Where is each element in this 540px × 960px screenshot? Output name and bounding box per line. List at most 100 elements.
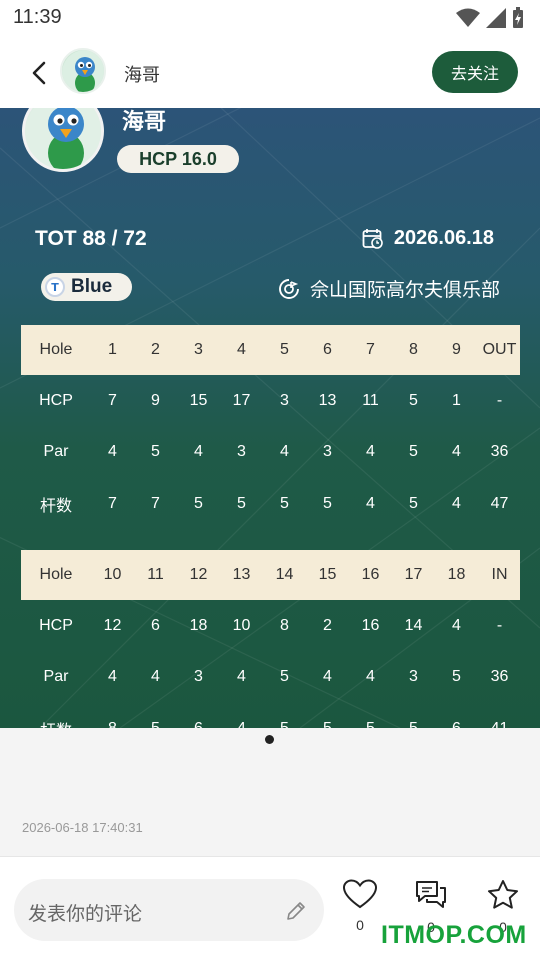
avatar[interactable]	[60, 48, 106, 94]
table-cell: 3	[280, 391, 289, 409]
chat-bubbles-icon	[416, 881, 446, 908]
table-cell: 15	[189, 391, 208, 409]
table-cell: 7	[108, 391, 117, 409]
table-cell: 13	[232, 566, 251, 583]
table-row: Hole 1 2 3 4 5 6 7 8 9 OUT	[21, 325, 520, 375]
table-cell: 8	[280, 616, 289, 634]
table-cell: 4	[452, 443, 461, 461]
calendar-clock-icon	[362, 228, 383, 249]
total-score: TOT 88 / 72	[35, 227, 147, 250]
table-cell: IN	[491, 566, 508, 583]
table-cell: 17	[404, 566, 423, 583]
status-icons	[456, 7, 524, 29]
table-cell: 4	[366, 443, 375, 461]
page-indicator-dot[interactable]	[265, 735, 274, 744]
back-nine-table: Hole 10 11 12 13 14 15 16 17 18 IN HCP 1…	[21, 550, 520, 728]
header-username[interactable]: 海哥	[124, 61, 160, 87]
table-cell: 4	[108, 668, 117, 686]
table-cell: 5	[452, 668, 461, 686]
table-cell: 1	[452, 391, 461, 409]
row-label: Hole	[39, 341, 73, 358]
table-cell: 4	[323, 668, 332, 686]
table-cell: 8	[409, 341, 418, 358]
table-cell: 7	[366, 341, 375, 358]
table-cell: 12	[189, 566, 208, 583]
table-cell: 4	[194, 443, 203, 461]
table-cell: 3	[194, 668, 203, 686]
club-name: 佘山国际高尔夫俱乐部	[278, 275, 500, 302]
table-cell: 5	[280, 494, 289, 512]
player-name: 海哥	[122, 109, 167, 134]
table-cell: 14	[275, 566, 294, 583]
table-cell: 9	[452, 341, 461, 358]
tee-label: Blue	[71, 276, 113, 297]
watermark-logo: ITMOP.COM	[381, 921, 527, 949]
table-cell: 4	[237, 341, 246, 358]
table-cell: 5	[323, 494, 332, 512]
tee-badge: T Blue	[41, 273, 132, 301]
row-label: Par	[43, 668, 69, 686]
row-label: HCP	[39, 616, 73, 634]
chevron-left-icon	[32, 61, 46, 85]
table-cell: 4	[452, 494, 461, 512]
star-icon	[488, 880, 518, 909]
table-cell: 8	[91, 720, 134, 728]
club-text: 佘山国际高尔夫俱乐部	[309, 280, 500, 301]
table-cell: 4	[151, 668, 160, 686]
table-cell: 41	[478, 720, 521, 728]
table-cell: 4	[237, 668, 246, 686]
table-cell: 5	[306, 720, 349, 728]
table-cell: 6	[435, 720, 478, 728]
table-cell: 4	[366, 668, 375, 686]
table-cell: 3	[194, 341, 203, 358]
table-cell: 10	[232, 616, 251, 634]
table-cell: 3	[237, 443, 246, 461]
table-cell: 36	[490, 443, 509, 461]
table-row: Par 4 5 4 3 4 3 4 5 4 36	[21, 427, 520, 479]
table-cell: 15	[318, 566, 337, 583]
table-cell: 4	[108, 443, 117, 461]
table-row: 杆数 8 5 6 4 5 5 5 5 6 41	[21, 703, 520, 728]
comment-input[interactable]: 发表你的评论	[14, 879, 324, 941]
table-cell: 5	[194, 494, 203, 512]
row-label: 杆数	[21, 717, 91, 728]
table-cell: OUT	[482, 341, 517, 358]
table-cell: 5	[409, 494, 418, 512]
table-cell: 7	[108, 494, 117, 512]
table-cell: 12	[103, 616, 122, 634]
table-cell: 4	[280, 443, 289, 461]
row-label: Hole	[39, 566, 73, 583]
pencil-icon	[287, 902, 305, 920]
tee-marker-icon: T	[45, 277, 65, 297]
table-cell: 2	[323, 616, 332, 634]
bird-mascot-icon	[62, 50, 104, 92]
row-label: HCP	[39, 391, 73, 409]
table-cell: 5	[349, 720, 392, 728]
post-content-area	[0, 728, 540, 856]
table-row: HCP 7 9 15 17 3 13 11 5 1 -	[21, 375, 520, 427]
hcp-badge: HCP 16.0	[117, 145, 239, 173]
back-button[interactable]	[24, 58, 54, 88]
comment-placeholder: 发表你的评论	[28, 904, 143, 925]
table-cell: 11	[147, 566, 164, 583]
table-cell: 4	[452, 616, 461, 634]
table-cell: 10	[103, 566, 122, 583]
table-cell: 18	[189, 616, 208, 634]
status-bar: 11:39	[0, 0, 540, 38]
top-app-bar: 海哥 去关注	[0, 38, 540, 108]
table-cell: 5	[409, 443, 418, 461]
table-cell: 1	[108, 341, 117, 358]
heart-icon	[342, 879, 378, 909]
like-button[interactable]: 0	[340, 879, 380, 933]
table-cell: 13	[318, 391, 337, 409]
status-time: 11:39	[13, 6, 62, 28]
table-cell: 14	[404, 616, 423, 634]
table-row: Hole 10 11 12 13 14 15 16 17 18 IN	[21, 550, 520, 600]
wifi-icon	[456, 8, 480, 27]
table-row: Par 4 4 3 4 5 4 4 3 5 36	[21, 652, 520, 704]
date-text: 2026.06.18	[393, 227, 494, 249]
follow-button[interactable]: 去关注	[432, 51, 518, 93]
table-cell: 11	[362, 391, 379, 409]
table-cell: 3	[409, 668, 418, 686]
scorecard-card[interactable]: 海哥 HCP 16.0 TOT 88 / 72 2026.06.18 T Blu…	[0, 108, 540, 728]
